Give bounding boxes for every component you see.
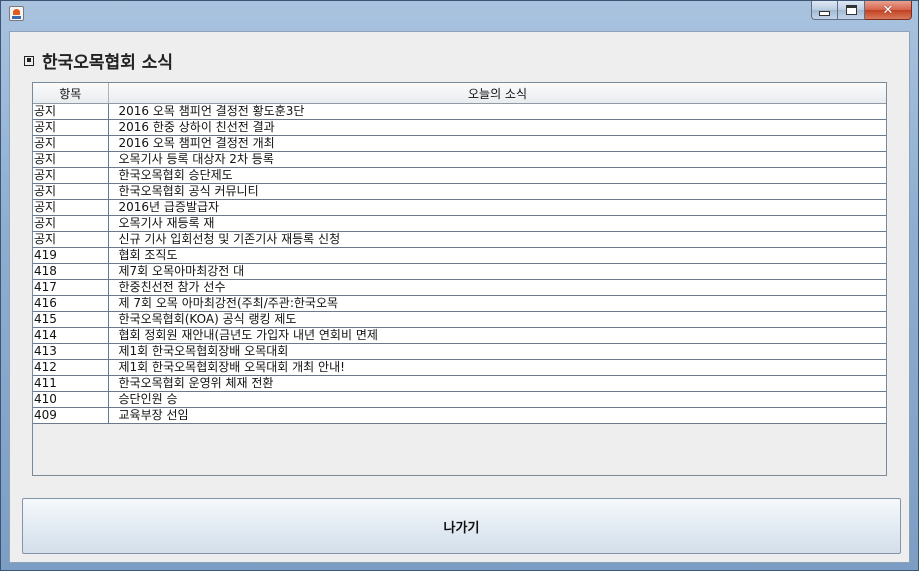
cell-category[interactable]: 419 [33, 247, 109, 264]
table-row[interactable]: 공지 오목기사 재등록 재 [33, 215, 886, 232]
cell-category[interactable]: 417 [33, 279, 109, 296]
table-row[interactable]: 410 승단인원 승 [33, 391, 886, 408]
news-table-scrollpane[interactable]: 항목 오늘의 소식 공지 2016 오목 챔피언 결정전 황도훈3단 공지 2016 … [32, 82, 887, 476]
table-row[interactable]: 공지 한국오목협회 승단제도 [33, 167, 886, 184]
cell-category[interactable]: 410 [33, 391, 109, 408]
cell-category[interactable]: 공지 [33, 135, 109, 152]
content-panel: 한국오목협회 소식 항목 오늘의 소식 공지 2016 오목 챔피언 결정전 황도… [9, 31, 910, 563]
page-title: 한국오목협회 소식 [24, 48, 173, 73]
table-row[interactable]: 411 한국오목협회 운영위 체재 전환 [33, 375, 886, 392]
cell-news-title[interactable]: 협회 조직도 [108, 247, 886, 264]
cell-news-title[interactable]: 2016 한중 상하이 친선전 결과 [108, 119, 886, 136]
cell-news-title[interactable]: 한국오목협회 운영위 체재 전환 [108, 375, 886, 392]
cell-news-title[interactable]: 제 7회 오목 아마최강전(주최/주관:한국오목 [108, 295, 886, 312]
cell-news-title[interactable]: 승단인원 승 [108, 391, 886, 408]
table-row[interactable]: 409 교육부장 선임 [33, 407, 886, 424]
table-row[interactable]: 공지 한국오목협회 공식 커뮤니티 [33, 183, 886, 200]
cell-news-title[interactable]: 오목기사 재등록 재 [108, 215, 886, 232]
column-header-news[interactable]: 오늘의 소식 [108, 83, 886, 104]
table-row[interactable]: 공지 신규 기사 입회선청 및 기존기사 재등록 신청 [33, 231, 886, 248]
table-row[interactable]: 공지 2016 오목 챔피언 결정전 개최 [33, 135, 886, 152]
title-bar[interactable]: ✕ [1, 1, 918, 27]
table-row[interactable]: 413 제1회 한국오목협회장배 오목대회 [33, 343, 886, 360]
cell-news-title[interactable]: 한국오목협회 공식 커뮤니티 [108, 183, 886, 200]
exit-button[interactable]: 나가기 [22, 498, 901, 554]
table-row[interactable]: 공지 오목기사 등록 대상자 2차 등록 [33, 151, 886, 168]
close-button[interactable]: ✕ [865, 1, 912, 20]
cell-category[interactable]: 415 [33, 311, 109, 328]
maximize-icon [845, 5, 857, 15]
window-controls: ✕ [811, 1, 912, 21]
cell-category[interactable]: 공지 [33, 199, 109, 216]
page-title-text: 한국오목협회 소식 [42, 53, 174, 73]
cell-category[interactable]: 공지 [33, 183, 109, 200]
cell-news-title[interactable]: 신규 기사 입회선청 및 기존기사 재등록 신청 [108, 231, 886, 248]
cell-news-title[interactable]: 한중친선전 참가 선수 [108, 279, 886, 296]
java-app-icon[interactable] [9, 6, 24, 21]
table-row[interactable]: 417 한중친선전 참가 선수 [33, 279, 886, 296]
cell-news-title[interactable]: 협회 정회원 재안내(금년도 가입자 내년 연회비 면제 [108, 327, 886, 344]
maximize-button[interactable] [838, 1, 865, 20]
table-body: 공지 2016 오목 챔피언 결정전 황도훈3단 공지 2016 한중 상하이 친선전… [33, 103, 886, 424]
cell-category[interactable]: 413 [33, 343, 109, 360]
app-window: ✕ 한국오목협회 소식 항목 오늘의 소식 공지 2016 오목 챔피언 결정전 … [0, 0, 919, 571]
cell-news-title[interactable]: 제1회 한국오목협회장배 오목대회 [108, 343, 886, 360]
minimize-button[interactable] [811, 1, 838, 20]
cell-news-title[interactable]: 제7회 오목아마최강전 대 [108, 263, 886, 280]
table-row[interactable]: 414 협회 정회원 재안내(금년도 가입자 내년 연회비 면제 [33, 327, 886, 344]
table-row[interactable]: 공지 2016년 급증발급자 [33, 199, 886, 216]
table-row[interactable]: 공지 2016 오목 챔피언 결정전 황도훈3단 [33, 103, 886, 120]
cell-category[interactable]: 공지 [33, 103, 109, 120]
square-bullet-icon [24, 55, 34, 66]
cell-news-title[interactable]: 한국오목협회(KOA) 공식 랭킹 제도 [108, 311, 886, 328]
cell-news-title[interactable]: 교육부장 선임 [108, 407, 886, 424]
minimize-icon [819, 10, 830, 16]
cell-category[interactable]: 414 [33, 327, 109, 344]
column-header-category[interactable]: 항목 [33, 83, 109, 104]
cell-category[interactable]: 공지 [33, 231, 109, 248]
close-icon: ✕ [882, 2, 894, 18]
cell-news-title[interactable]: 2016 오목 챔피언 결정전 황도훈3단 [108, 103, 886, 120]
table-row[interactable]: 412 제1회 한국오목협회장배 오목대회 개최 안내! [33, 359, 886, 376]
cell-news-title[interactable]: 2016년 급증발급자 [108, 199, 886, 216]
cell-category[interactable]: 공지 [33, 167, 109, 184]
cell-news-title[interactable]: 제1회 한국오목협회장배 오목대회 개최 안내! [108, 359, 886, 376]
cell-category[interactable]: 공지 [33, 215, 109, 232]
table-row[interactable]: 416 제 7회 오목 아마최강전(주최/주관:한국오목 [33, 295, 886, 312]
cell-category[interactable]: 416 [33, 295, 109, 312]
cell-category[interactable]: 공지 [33, 151, 109, 168]
table-row[interactable]: 415 한국오목협회(KOA) 공식 랭킹 제도 [33, 311, 886, 328]
table-row[interactable]: 419 협회 조직도 [33, 247, 886, 264]
cell-category[interactable]: 공지 [33, 119, 109, 136]
cell-category[interactable]: 411 [33, 375, 109, 392]
exit-button-label: 나가기 [443, 520, 480, 536]
cell-news-title[interactable]: 한국오목협회 승단제도 [108, 167, 886, 184]
cell-category[interactable]: 409 [33, 407, 109, 424]
cell-news-title[interactable]: 오목기사 등록 대상자 2차 등록 [108, 151, 886, 168]
table-row[interactable]: 공지 2016 한중 상하이 친선전 결과 [33, 119, 886, 136]
cell-category[interactable]: 418 [33, 263, 109, 280]
table-row[interactable]: 418 제7회 오목아마최강전 대 [33, 263, 886, 280]
cell-news-title[interactable]: 2016 오목 챔피언 결정전 개최 [108, 135, 886, 152]
cell-category[interactable]: 412 [33, 359, 109, 376]
news-table: 항목 오늘의 소식 공지 2016 오목 챔피언 결정전 황도훈3단 공지 2016 … [33, 83, 886, 424]
table-header-row: 항목 오늘의 소식 [33, 83, 886, 104]
